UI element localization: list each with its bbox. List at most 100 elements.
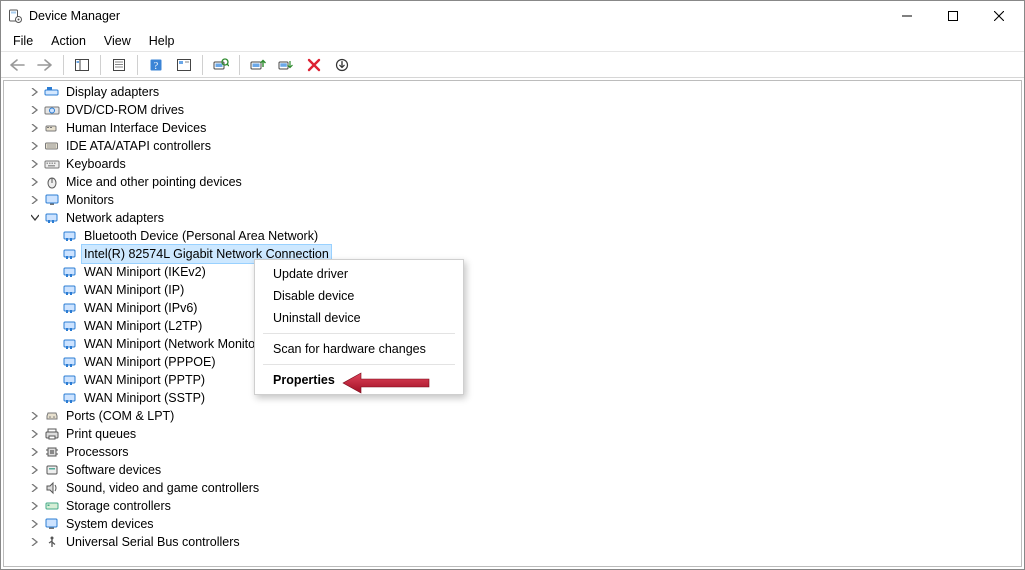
maximize-button[interactable] <box>930 1 976 31</box>
network-adapter-icon <box>62 246 78 262</box>
chevron-right-icon[interactable] <box>28 175 42 189</box>
device-wan-l2tp[interactable]: WAN Miniport (L2TP) <box>4 317 1021 335</box>
network-adapter-icon <box>62 354 78 370</box>
chevron-right-icon[interactable] <box>28 499 42 513</box>
ctx-uninstall-device[interactable]: Uninstall device <box>255 307 463 329</box>
scan-hardware-icon[interactable] <box>208 54 234 76</box>
chevron-right-icon[interactable] <box>28 139 42 153</box>
network-adapter-icon <box>62 336 78 352</box>
printer-icon <box>44 426 60 442</box>
device-wan-ikev2[interactable]: WAN Miniport (IKEv2) <box>4 263 1021 281</box>
device-bluetooth-pan[interactable]: Bluetooth Device (Personal Area Network) <box>4 227 1021 245</box>
category-ide[interactable]: IDE ATA/ATAPI controllers <box>4 137 1021 155</box>
update-driver-toolbar-icon[interactable] <box>245 54 271 76</box>
sound-icon <box>44 480 60 496</box>
action-icon[interactable] <box>171 54 197 76</box>
device-wan-pppoe[interactable]: WAN Miniport (PPPOE) <box>4 353 1021 371</box>
device-tree[interactable]: Display adapters DVD/CD-ROM drives Human… <box>4 81 1021 566</box>
network-adapter-icon <box>62 390 78 406</box>
hid-icon <box>44 120 60 136</box>
chevron-right-icon[interactable] <box>28 193 42 207</box>
network-adapter-icon <box>44 210 60 226</box>
monitor-icon <box>44 192 60 208</box>
help-icon[interactable]: ? <box>143 54 169 76</box>
network-adapter-icon <box>62 300 78 316</box>
chevron-right-icon[interactable] <box>28 85 42 99</box>
display-adapter-icon <box>44 84 60 100</box>
device-wan-ip[interactable]: WAN Miniport (IP) <box>4 281 1021 299</box>
category-print-queues[interactable]: Print queues <box>4 425 1021 443</box>
chevron-right-icon[interactable] <box>28 157 42 171</box>
network-adapter-icon <box>62 318 78 334</box>
chevron-right-icon[interactable] <box>28 409 42 423</box>
device-intel-gigabit[interactable]: Intel(R) 82574L Gigabit Network Connecti… <box>4 245 1021 263</box>
back-button[interactable] <box>4 54 30 76</box>
chevron-right-icon[interactable] <box>28 427 42 441</box>
network-adapter-icon <box>62 228 78 244</box>
properties-icon[interactable] <box>106 54 132 76</box>
category-dvd[interactable]: DVD/CD-ROM drives <box>4 101 1021 119</box>
context-menu-separator <box>263 364 455 365</box>
enable-device-toolbar-icon[interactable] <box>329 54 355 76</box>
category-system-devices[interactable]: System devices <box>4 515 1021 533</box>
device-wan-ipv6[interactable]: WAN Miniport (IPv6) <box>4 299 1021 317</box>
ctx-properties[interactable]: Properties <box>255 369 463 391</box>
network-adapter-icon <box>62 264 78 280</box>
toolbar-separator <box>137 55 138 75</box>
category-hid[interactable]: Human Interface Devices <box>4 119 1021 137</box>
chevron-down-icon[interactable] <box>28 211 42 225</box>
forward-button[interactable] <box>32 54 58 76</box>
usb-icon <box>44 534 60 550</box>
window-title: Device Manager <box>29 9 120 23</box>
device-tree-area: Display adapters DVD/CD-ROM drives Human… <box>3 80 1022 567</box>
chevron-right-icon[interactable] <box>28 103 42 117</box>
chevron-right-icon[interactable] <box>28 517 42 531</box>
svg-text:?: ? <box>154 61 159 72</box>
processor-icon <box>44 444 60 460</box>
category-ports[interactable]: Ports (COM & LPT) <box>4 407 1021 425</box>
close-button[interactable] <box>976 1 1022 31</box>
category-mice[interactable]: Mice and other pointing devices <box>4 173 1021 191</box>
uninstall-device-toolbar-icon[interactable] <box>301 54 327 76</box>
menu-help[interactable]: Help <box>141 33 183 49</box>
chevron-right-icon[interactable] <box>28 121 42 135</box>
disc-drive-icon <box>44 102 60 118</box>
category-sound[interactable]: Sound, video and game controllers <box>4 479 1021 497</box>
category-network-adapters[interactable]: Network adapters <box>4 209 1021 227</box>
category-software-devices[interactable]: Software devices <box>4 461 1021 479</box>
ctx-disable-device[interactable]: Disable device <box>255 285 463 307</box>
menu-bar: File Action View Help <box>1 31 1024 51</box>
chevron-right-icon[interactable] <box>28 463 42 477</box>
toolbar-separator <box>63 55 64 75</box>
minimize-button[interactable] <box>884 1 930 31</box>
category-storage[interactable]: Storage controllers <box>4 497 1021 515</box>
chevron-right-icon[interactable] <box>28 481 42 495</box>
show-hide-console-tree-icon[interactable] <box>69 54 95 76</box>
software-device-icon <box>44 462 60 478</box>
context-menu-separator <box>263 333 455 334</box>
menu-action[interactable]: Action <box>43 33 94 49</box>
chevron-right-icon[interactable] <box>28 445 42 459</box>
mouse-icon <box>44 174 60 190</box>
network-adapter-icon <box>62 282 78 298</box>
category-display-adapters[interactable]: Display adapters <box>4 83 1021 101</box>
device-wan-netmon[interactable]: WAN Miniport (Network Monitor) <box>4 335 1021 353</box>
category-processors[interactable]: Processors <box>4 443 1021 461</box>
disable-device-toolbar-icon[interactable] <box>273 54 299 76</box>
menu-file[interactable]: File <box>5 33 41 49</box>
context-menu: Update driver Disable device Uninstall d… <box>254 259 464 395</box>
device-wan-sstp[interactable]: WAN Miniport (SSTP) <box>4 389 1021 407</box>
ctx-update-driver[interactable]: Update driver <box>255 263 463 285</box>
network-adapter-icon <box>62 372 78 388</box>
device-wan-pptp[interactable]: WAN Miniport (PPTP) <box>4 371 1021 389</box>
category-keyboards[interactable]: Keyboards <box>4 155 1021 173</box>
chevron-right-icon[interactable] <box>28 535 42 549</box>
category-usb[interactable]: Universal Serial Bus controllers <box>4 533 1021 551</box>
system-device-icon <box>44 516 60 532</box>
device-manager-icon <box>7 8 23 24</box>
toolbar-separator <box>202 55 203 75</box>
toolbar-separator <box>239 55 240 75</box>
ctx-scan-hardware[interactable]: Scan for hardware changes <box>255 338 463 360</box>
category-monitors[interactable]: Monitors <box>4 191 1021 209</box>
menu-view[interactable]: View <box>96 33 139 49</box>
